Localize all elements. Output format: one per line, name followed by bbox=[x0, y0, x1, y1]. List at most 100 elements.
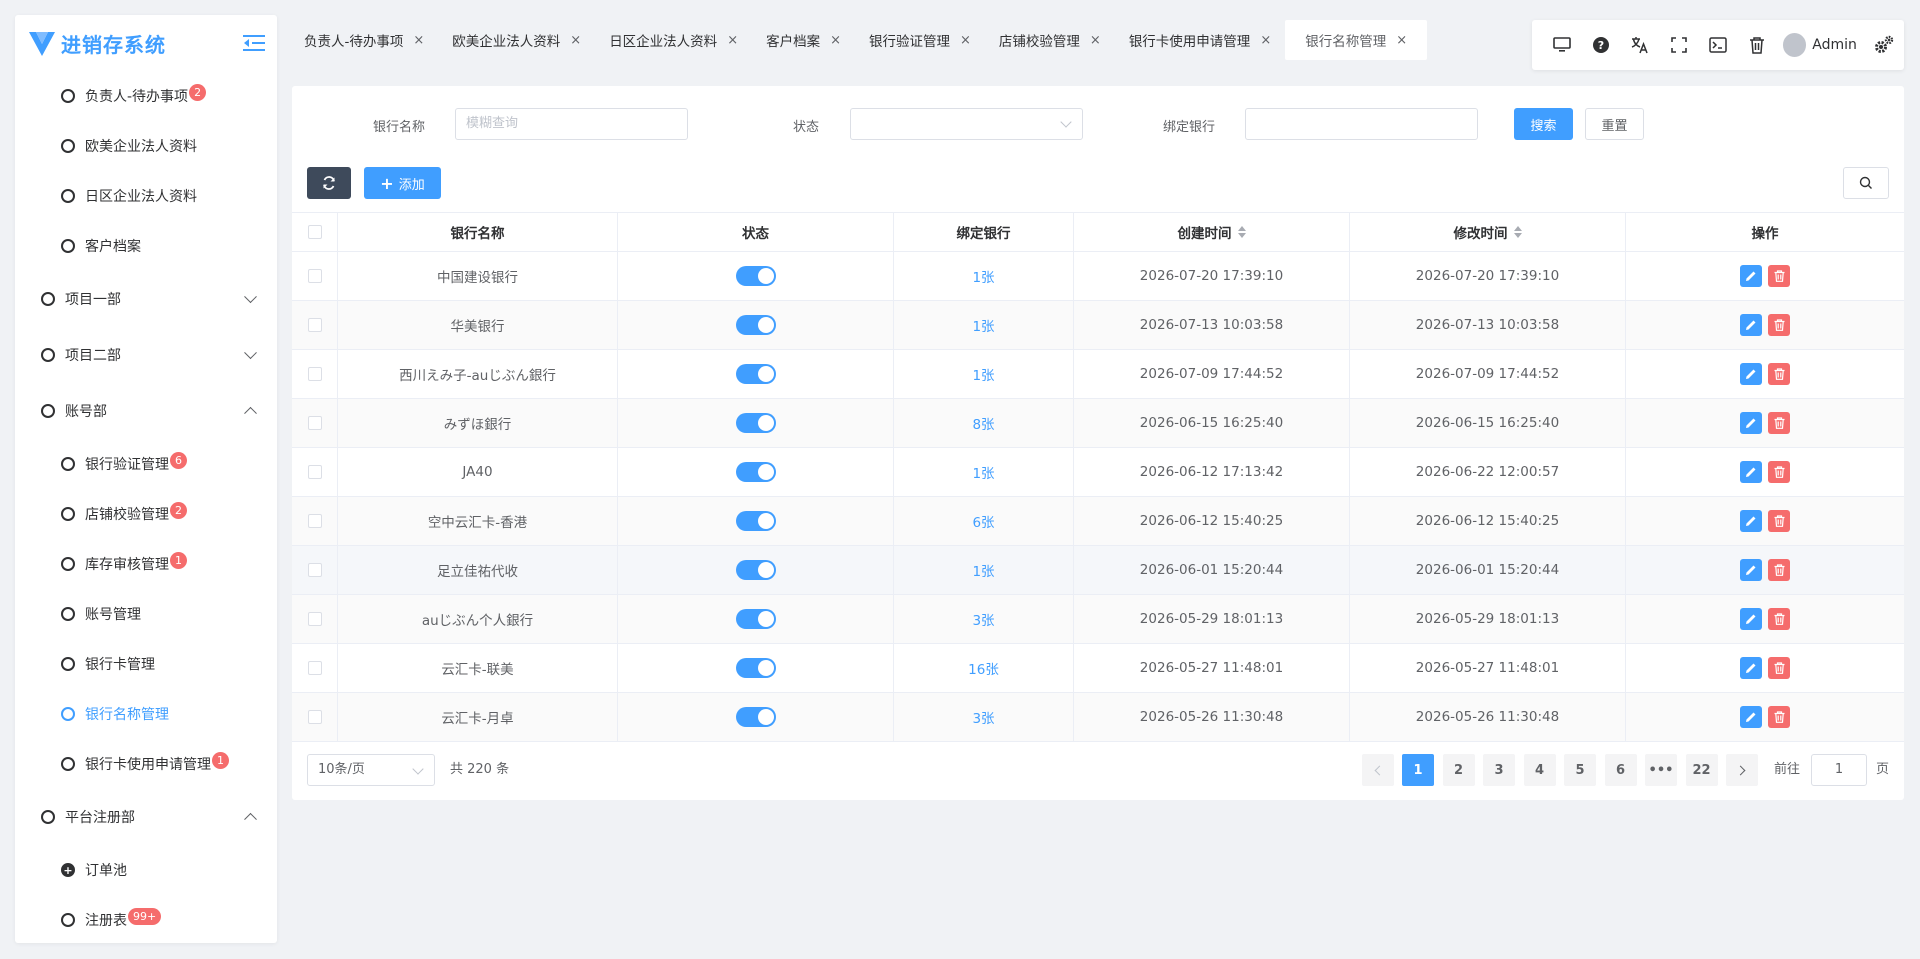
status-toggle[interactable] bbox=[735, 511, 776, 531]
sidebar-item[interactable]: 店铺校验管理 2 bbox=[15, 489, 277, 539]
page-button[interactable]: 3 bbox=[1483, 754, 1515, 786]
sidebar-item[interactable]: 日区企业法人资料 bbox=[15, 171, 277, 221]
close-icon[interactable]: × bbox=[1396, 33, 1407, 48]
bound-bank-link[interactable]: 8张 bbox=[972, 413, 994, 433]
bound-bank-link[interactable]: 1张 bbox=[972, 364, 994, 384]
help-icon[interactable]: ? bbox=[1581, 25, 1620, 65]
sidebar-item[interactable]: + 订单池 bbox=[15, 845, 277, 895]
sidebar-item[interactable]: 银行验证管理 6 bbox=[15, 439, 277, 489]
translate-icon[interactable] bbox=[1620, 25, 1659, 65]
goto-page-input[interactable]: 1 bbox=[1811, 754, 1867, 786]
sidebar-item[interactable]: 账号部 bbox=[15, 383, 277, 439]
terminal-icon[interactable] bbox=[1699, 25, 1738, 65]
tab[interactable]: 银行卡使用申请管理 × bbox=[1115, 20, 1285, 60]
bound-bank-link[interactable]: 1张 bbox=[972, 315, 994, 335]
avatar[interactable] bbox=[1782, 33, 1807, 57]
bound-bank-link[interactable]: 1张 bbox=[972, 560, 994, 580]
sidebar-item[interactable]: 银行卡管理 bbox=[15, 639, 277, 689]
close-icon[interactable]: × bbox=[1090, 33, 1101, 48]
sort-icon[interactable] bbox=[1237, 226, 1246, 238]
sidebar-item[interactable]: 库存审核管理 1 bbox=[15, 539, 277, 589]
status-select[interactable] bbox=[850, 108, 1083, 140]
sidebar-item[interactable]: 银行名称管理 bbox=[15, 689, 277, 739]
sidebar-item[interactable]: 银行卡使用申请管理 1 bbox=[15, 739, 277, 789]
edit-button[interactable] bbox=[1740, 657, 1762, 679]
edit-button[interactable] bbox=[1740, 559, 1762, 581]
tab[interactable]: 店铺校验管理 × bbox=[985, 20, 1115, 60]
sidebar-item[interactable]: 平台注册部 bbox=[15, 789, 277, 845]
reset-button[interactable]: 重置 bbox=[1585, 108, 1644, 140]
status-toggle[interactable] bbox=[735, 413, 776, 433]
tab[interactable]: 欧美企业法人资料 × bbox=[438, 20, 595, 60]
status-toggle[interactable] bbox=[735, 364, 776, 384]
close-icon[interactable]: × bbox=[727, 33, 738, 48]
page-button[interactable]: 6 bbox=[1604, 754, 1637, 786]
edit-button[interactable] bbox=[1740, 314, 1762, 336]
sidebar-item[interactable]: 项目二部 bbox=[15, 327, 277, 383]
menu-collapse-icon[interactable] bbox=[243, 33, 265, 53]
page-size-select[interactable]: 10条/页 bbox=[307, 754, 435, 786]
status-toggle[interactable] bbox=[735, 462, 776, 482]
page-button[interactable]: ••• bbox=[1645, 754, 1677, 786]
sort-icon[interactable] bbox=[1513, 226, 1522, 238]
header-modified-time[interactable]: 修改时间 bbox=[1350, 213, 1626, 251]
status-toggle[interactable] bbox=[735, 560, 776, 580]
bound-bank-link[interactable]: 3张 bbox=[972, 707, 994, 727]
row-checkbox[interactable] bbox=[307, 612, 322, 626]
fullscreen-icon[interactable] bbox=[1659, 25, 1698, 65]
delete-button[interactable] bbox=[1768, 412, 1790, 434]
settings-gears-icon[interactable] bbox=[1865, 25, 1904, 65]
row-checkbox[interactable] bbox=[307, 318, 322, 332]
delete-button[interactable] bbox=[1768, 510, 1790, 532]
next-page-button[interactable] bbox=[1726, 754, 1758, 786]
edit-button[interactable] bbox=[1740, 412, 1762, 434]
user-name[interactable]: Admin bbox=[1812, 37, 1857, 53]
delete-button[interactable] bbox=[1768, 706, 1790, 728]
close-icon[interactable]: × bbox=[413, 33, 424, 48]
trash-icon[interactable] bbox=[1738, 25, 1777, 65]
search-button[interactable]: 搜索 bbox=[1514, 108, 1573, 140]
row-checkbox[interactable] bbox=[307, 710, 322, 724]
row-checkbox[interactable] bbox=[307, 367, 322, 381]
edit-button[interactable] bbox=[1740, 461, 1762, 483]
close-icon[interactable]: × bbox=[960, 33, 971, 48]
bound-bank-link[interactable]: 6张 bbox=[972, 511, 994, 531]
delete-button[interactable] bbox=[1768, 657, 1790, 679]
sidebar-item[interactable]: 客户档案 bbox=[15, 221, 277, 271]
close-icon[interactable]: × bbox=[1260, 33, 1271, 48]
row-checkbox[interactable] bbox=[307, 563, 322, 577]
bound-bank-input[interactable] bbox=[1245, 108, 1478, 140]
row-checkbox[interactable] bbox=[307, 514, 322, 528]
header-created-time[interactable]: 创建时间 bbox=[1074, 213, 1350, 251]
page-button[interactable]: 22 bbox=[1685, 754, 1718, 786]
bound-bank-link[interactable]: 1张 bbox=[972, 266, 994, 286]
status-toggle[interactable] bbox=[735, 609, 776, 629]
monitor-icon[interactable] bbox=[1542, 25, 1581, 65]
delete-button[interactable] bbox=[1768, 608, 1790, 630]
bank-name-input[interactable]: 模糊查询 bbox=[455, 108, 688, 140]
bound-bank-link[interactable]: 16张 bbox=[968, 658, 999, 678]
prev-page-button[interactable] bbox=[1362, 754, 1394, 786]
bound-bank-link[interactable]: 3张 bbox=[972, 609, 994, 629]
delete-button[interactable] bbox=[1768, 559, 1790, 581]
delete-button[interactable] bbox=[1768, 461, 1790, 483]
status-toggle[interactable] bbox=[735, 707, 776, 727]
bound-bank-link[interactable]: 1张 bbox=[972, 462, 994, 482]
page-button[interactable]: 4 bbox=[1523, 754, 1556, 786]
tab[interactable]: 负责人-待办事项 × bbox=[290, 20, 438, 60]
row-checkbox[interactable] bbox=[307, 416, 322, 430]
page-button[interactable]: 1 bbox=[1402, 754, 1434, 786]
edit-button[interactable] bbox=[1740, 265, 1762, 287]
delete-button[interactable] bbox=[1768, 363, 1790, 385]
sidebar-item[interactable]: 项目一部 bbox=[15, 271, 277, 327]
tab[interactable]: 银行验证管理 × bbox=[855, 20, 985, 60]
status-toggle[interactable] bbox=[735, 658, 776, 678]
status-toggle[interactable] bbox=[735, 315, 776, 335]
page-button[interactable]: 5 bbox=[1564, 754, 1596, 786]
page-button[interactable]: 2 bbox=[1442, 754, 1475, 786]
status-toggle[interactable] bbox=[735, 266, 776, 286]
sidebar-item[interactable]: 负责人-待办事项 2 bbox=[15, 71, 277, 121]
sidebar-item[interactable]: 注册表 99+ bbox=[15, 895, 277, 943]
delete-button[interactable] bbox=[1768, 265, 1790, 287]
edit-button[interactable] bbox=[1740, 363, 1762, 385]
